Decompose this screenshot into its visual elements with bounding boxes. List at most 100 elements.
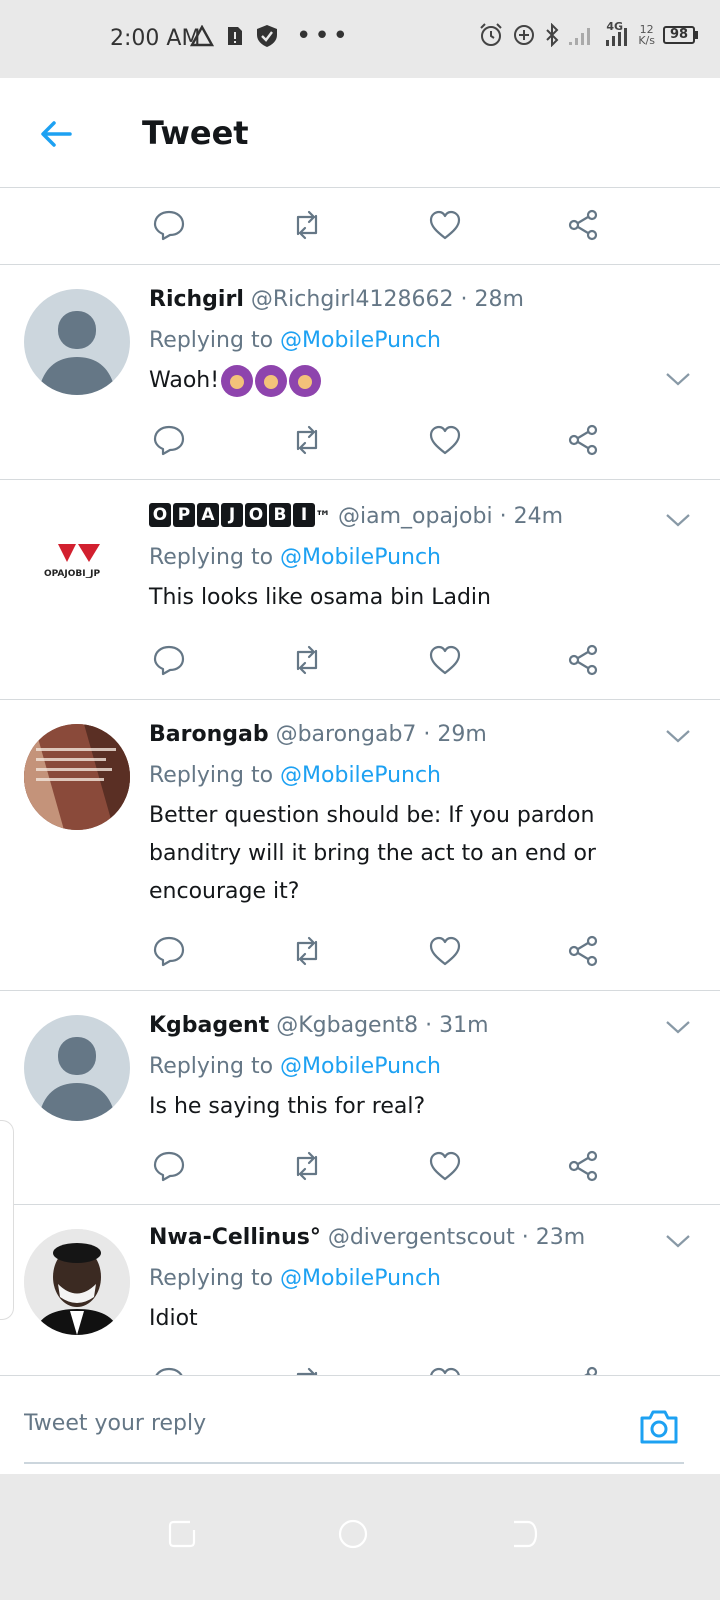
replying-prefix: Replying to: [149, 1054, 274, 1079]
recents-icon[interactable]: [166, 1518, 198, 1550]
like-icon[interactable]: [428, 208, 462, 242]
signal-label: 4G: [606, 20, 624, 33]
tweet-meta: Richgirl @Richgirl4128662 · 28m: [149, 285, 680, 315]
replying-to: Replying to @MobilePunch: [149, 543, 680, 573]
battery-icon: 98: [663, 26, 698, 44]
avatar-logo-text: OPAJOBI_JP: [44, 569, 101, 579]
tweet-meta: O P A J O B I ™ @iam_opajobi · 24m: [149, 502, 680, 532]
reply-icon[interactable]: [152, 934, 186, 968]
share-icon[interactable]: [566, 643, 600, 677]
like-icon[interactable]: [428, 1149, 462, 1183]
mention-link[interactable]: @MobilePunch: [280, 545, 441, 570]
status-time: 2:00 AM: [110, 26, 201, 51]
tweet-text: Better question should be: If you pardon…: [149, 803, 596, 904]
replying-prefix: Replying to: [149, 1266, 274, 1291]
avatar[interactable]: OPAJOBI_JP: [24, 504, 130, 610]
reply-icon[interactable]: [152, 208, 186, 242]
avatar[interactable]: [24, 289, 130, 395]
name-letter: J: [221, 503, 243, 527]
like-icon[interactable]: [428, 423, 462, 457]
reply-icon[interactable]: [152, 1149, 186, 1183]
camera-icon[interactable]: [638, 1406, 680, 1448]
home-icon[interactable]: [337, 1518, 369, 1550]
sim-alert-icon: [228, 27, 242, 45]
back-icon[interactable]: [508, 1518, 540, 1550]
replying-to: Replying to @MobilePunch: [149, 1052, 680, 1082]
name-letter: I: [293, 503, 315, 527]
signal-icon: [569, 28, 591, 45]
emoji-icon: [221, 365, 254, 397]
user-handle: @barongab7: [275, 722, 417, 747]
avatar[interactable]: [24, 724, 130, 830]
display-name[interactable]: Kgbagent: [149, 1013, 269, 1038]
status-right-icons: 4G 12 K/s 98: [478, 20, 698, 48]
reply-icon[interactable]: [152, 423, 186, 457]
reply-composer: [0, 1375, 720, 1474]
user-handle: @divergentscout: [327, 1225, 515, 1250]
retweet-icon[interactable]: [290, 934, 324, 968]
reply-icon[interactable]: [152, 1365, 186, 1375]
opajobi-logo-icon: [58, 544, 100, 562]
default-avatar-icon: [38, 1037, 116, 1121]
retweet-icon[interactable]: [290, 423, 324, 457]
mention-link[interactable]: @MobilePunch: [280, 763, 441, 788]
reply-tweet[interactable]: Kgbagent @Kgbagent8 · 31m Replying to @M…: [0, 991, 720, 1205]
tweet-time: · 23m: [521, 1225, 586, 1250]
retweet-icon[interactable]: [290, 1149, 324, 1183]
reply-icon[interactable]: [152, 643, 186, 677]
shield-icon: [257, 25, 277, 47]
tweet-meta: Barongab @barongab7 · 29m: [149, 720, 680, 750]
tweet-meta: Kgbagent @Kgbagent8 · 31m: [149, 1011, 680, 1041]
side-drawer-handle[interactable]: [0, 1120, 14, 1320]
reply-tweet[interactable]: Richgirl @Richgirl4128662 · 28m Replying…: [0, 265, 720, 480]
tweet-time: · 28m: [460, 287, 524, 312]
name-letter: O: [245, 503, 267, 527]
replying-prefix: Replying to: [149, 763, 274, 788]
name-letter: B: [269, 503, 291, 527]
user-handle: @iam_opajobi: [338, 504, 493, 529]
avatar[interactable]: [24, 1015, 130, 1121]
alarm-icon: [480, 23, 503, 46]
chevron-down-icon[interactable]: [664, 510, 692, 530]
chevron-down-icon[interactable]: [664, 1017, 692, 1037]
retweet-icon[interactable]: [290, 208, 324, 242]
reply-tweet[interactable]: OPAJOBI_JP O P A J O B I ™ @iam_opajobi …: [0, 480, 720, 700]
replying-to: Replying to @MobilePunch: [149, 1264, 680, 1294]
display-name[interactable]: Richgirl: [149, 287, 244, 312]
display-name[interactable]: Nwa-Cellinus°: [149, 1225, 321, 1250]
reply-input[interactable]: [24, 1376, 684, 1464]
retweet-icon[interactable]: [290, 643, 324, 677]
like-icon[interactable]: [428, 1365, 462, 1375]
chevron-down-icon[interactable]: [664, 726, 692, 746]
trademark-symbol: ™: [315, 507, 331, 526]
share-icon[interactable]: [566, 1365, 600, 1375]
share-icon[interactable]: [566, 1149, 600, 1183]
tweet-meta: Nwa-Cellinus° @divergentscout · 23m: [149, 1223, 680, 1253]
mention-link[interactable]: @MobilePunch: [280, 1054, 441, 1079]
replying-to: Replying to @MobilePunch: [149, 761, 680, 791]
share-icon[interactable]: [566, 934, 600, 968]
system-nav-bar: [0, 1474, 720, 1600]
reply-tweet[interactable]: Barongab @barongab7 · 29m Replying to @M…: [0, 700, 720, 991]
like-icon[interactable]: [428, 643, 462, 677]
tweet-time: · 29m: [423, 722, 487, 747]
default-avatar-icon: [38, 311, 116, 395]
retweet-icon[interactable]: [290, 1365, 324, 1375]
mention-link[interactable]: @MobilePunch: [280, 1266, 441, 1291]
tweet-text: This looks like osama bin Ladin: [149, 585, 491, 610]
chevron-down-icon[interactable]: [664, 369, 692, 389]
display-name[interactable]: O P A J O B I: [149, 503, 315, 527]
arrow-left-icon[interactable]: [36, 114, 76, 154]
replies-feed[interactable]: Richgirl @Richgirl4128662 · 28m Replying…: [0, 188, 720, 1375]
avatar[interactable]: [24, 1229, 130, 1335]
share-icon[interactable]: [566, 423, 600, 457]
emoji-icon: [255, 365, 288, 397]
mention-link[interactable]: @MobilePunch: [280, 328, 441, 353]
network-speed: 12 K/s: [638, 24, 655, 46]
chevron-down-icon[interactable]: [664, 1231, 692, 1251]
like-icon[interactable]: [428, 934, 462, 968]
share-icon[interactable]: [566, 208, 600, 242]
reply-tweet[interactable]: Nwa-Cellinus° @divergentscout · 23m Repl…: [0, 1205, 720, 1375]
user-handle: @Kgbagent8: [276, 1013, 419, 1038]
display-name[interactable]: Barongab: [149, 722, 269, 747]
